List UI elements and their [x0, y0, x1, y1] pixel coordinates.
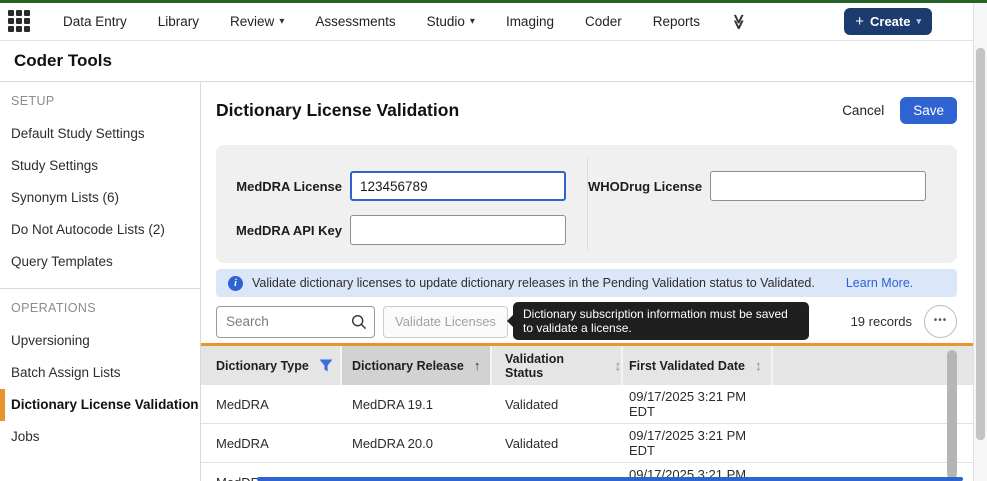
meddra-api-key-row: MedDRA API Key — [216, 215, 588, 245]
sort-toggle-icon[interactable]: ↕ — [755, 357, 762, 374]
table-row[interactable]: MedDRA MedDRA 20.0 Validated 09/17/2025 … — [201, 424, 973, 463]
sort-toggle-icon[interactable]: ↕ — [615, 357, 622, 374]
nav-item-studio[interactable]: Studio▾ — [427, 14, 475, 29]
column-header-dictionary-release[interactable]: Dictionary Release ↑ — [342, 346, 492, 385]
sidebar-item-study-settings[interactable]: Study Settings — [0, 150, 200, 182]
horizontal-scrollbar-thumb[interactable] — [257, 477, 963, 481]
meddra-license-label: MedDRA License — [216, 179, 342, 194]
app-window: Data Entry Library Review▾ Assessments S… — [0, 0, 987, 481]
chevron-down-icon: ▾ — [470, 17, 475, 27]
sidebar-item-synonym-lists[interactable]: Synonym Lists (6) — [0, 182, 200, 214]
page-scrollbar-thumb[interactable] — [976, 48, 985, 440]
nav-item-imaging[interactable]: Imaging — [506, 14, 554, 29]
sidebar-item-jobs[interactable]: Jobs — [0, 421, 200, 453]
column-header-first-validated-date[interactable]: First Validated Date ↕ — [623, 346, 773, 385]
table-header-row: Dictionary Type Dictionary Release ↑ Val… — [201, 346, 973, 385]
more-options-button[interactable]: ••• — [924, 305, 957, 338]
table-row[interactable]: MedDRA MedDRA 19.1 Validated 09/17/2025 … — [201, 385, 973, 424]
content-header: Dictionary License Validation Cancel Sav… — [201, 82, 973, 126]
meddra-license-input[interactable] — [350, 171, 566, 201]
table-scrollbar-thumb[interactable] — [947, 350, 957, 479]
validate-licenses-button[interactable]: Validate Licenses — [383, 306, 508, 338]
records-count: 19 records — [851, 314, 912, 329]
license-form-panel: MedDRA License MedDRA API Key WHODrug Li… — [216, 145, 957, 263]
sidebar-section-operations: OPERATIONS — [0, 297, 200, 319]
cancel-button[interactable]: Cancel — [842, 103, 884, 118]
nav-item-review[interactable]: Review▾ — [230, 14, 284, 29]
content-title: Dictionary License Validation — [216, 100, 459, 121]
column-header-validation-status[interactable]: Validation Status ↕ — [492, 346, 623, 385]
save-button[interactable]: Save — [900, 97, 957, 124]
table-scrollbar[interactable] — [947, 350, 957, 479]
sidebar-item-dictionary-license-validation[interactable]: Dictionary License Validation — [0, 389, 200, 421]
nav-item-reports[interactable]: Reports — [653, 14, 700, 29]
sort-ascending-icon[interactable]: ↑ — [474, 358, 481, 373]
create-button[interactable]: + Create ▾ — [844, 8, 932, 35]
table-toolbar: Validate Licenses Dictionary subscriptio… — [216, 305, 957, 338]
app-grid-icon[interactable] — [8, 10, 31, 33]
top-navigation: Data Entry Library Review▾ Assessments S… — [0, 3, 987, 41]
sidebar-item-default-study-settings[interactable]: Default Study Settings — [0, 118, 200, 150]
page-title: Coder Tools — [14, 51, 987, 71]
nav-item-coder[interactable]: Coder — [585, 14, 622, 29]
main-content: Dictionary License Validation Cancel Sav… — [201, 82, 973, 481]
sidebar-divider — [0, 288, 200, 289]
sidebar-section-setup: SETUP — [0, 90, 200, 112]
column-header-empty — [773, 346, 973, 385]
validate-tooltip: Dictionary subscription information must… — [513, 302, 809, 340]
chevron-down-icon: ▾ — [916, 16, 921, 27]
nav-menu: Data Entry Library Review▾ Assessments S… — [63, 13, 844, 31]
form-column-right: WHODrug License — [588, 171, 957, 263]
whodrug-license-label: WHODrug License — [588, 179, 702, 194]
sidebar-item-batch-assign-lists[interactable]: Batch Assign Lists — [0, 357, 200, 389]
nav-item-assessments[interactable]: Assessments — [315, 14, 395, 29]
plus-icon: + — [855, 14, 864, 29]
meddra-license-row: MedDRA License — [216, 171, 588, 201]
chevron-down-icon: ▾ — [279, 17, 284, 27]
sidebar-item-do-not-autocode-lists[interactable]: Do Not Autocode Lists (2) — [0, 214, 200, 246]
info-banner: i Validate dictionary licenses to update… — [216, 269, 957, 297]
sidebar: SETUP Default Study Settings Study Setti… — [0, 82, 201, 481]
search-icon — [351, 314, 367, 330]
meddra-api-key-input[interactable] — [350, 215, 566, 245]
sidebar-item-upversioning[interactable]: Upversioning — [0, 325, 200, 357]
header-actions: Cancel Save — [842, 97, 957, 124]
nav-item-library[interactable]: Library — [158, 14, 199, 29]
sidebar-item-query-templates[interactable]: Query Templates — [0, 246, 200, 278]
nav-item-data-entry[interactable]: Data Entry — [63, 14, 127, 29]
form-divider — [587, 157, 588, 251]
column-header-dictionary-type[interactable]: Dictionary Type — [201, 346, 342, 385]
whodrug-license-row: WHODrug License — [588, 171, 957, 201]
tooltip-arrow-icon — [507, 314, 514, 328]
search-box — [216, 306, 375, 338]
filter-icon[interactable] — [319, 359, 333, 372]
learn-more-link[interactable]: Learn More. — [846, 276, 913, 290]
info-banner-text: Validate dictionary licenses to update d… — [252, 276, 815, 290]
dictionary-table: Dictionary Type Dictionary Release ↑ Val… — [201, 343, 973, 481]
info-icon: i — [228, 276, 243, 291]
create-button-label: Create — [870, 14, 910, 29]
whodrug-license-input[interactable] — [710, 171, 926, 201]
nav-overflow-chevrons-icon[interactable]: ≫ — [730, 14, 748, 30]
tooltip-text: Dictionary subscription information must… — [523, 307, 788, 335]
form-column-left: MedDRA License MedDRA API Key — [216, 171, 588, 263]
meddra-api-key-label: MedDRA API Key — [216, 223, 342, 238]
page-heading-bar: Coder Tools — [0, 41, 987, 82]
table-body: MedDRA MedDRA 19.1 Validated 09/17/2025 … — [201, 385, 973, 481]
page-scrollbar[interactable] — [973, 3, 987, 481]
